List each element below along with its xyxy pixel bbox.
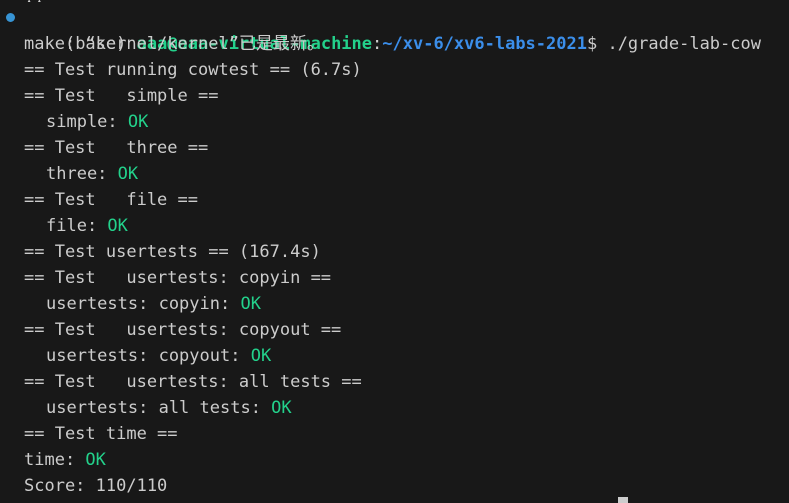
- simple-ok: OK: [127, 112, 149, 132]
- three-ok: OK: [117, 164, 139, 184]
- copyin-label: usertests: copyin:: [46, 294, 241, 314]
- simple-result: simple: OK: [46, 109, 148, 135]
- terminal-panel[interactable]: ▴▴ (base) aaa@aaa-virtual-machine:~/xv-6…: [0, 0, 789, 503]
- copyout-ok: OK: [250, 346, 272, 366]
- prompt-line: (base) aaa@aaa-virtual-machine:~/xv-6/xv…: [24, 5, 761, 54]
- file-result: file: OK: [46, 213, 128, 239]
- file-header: == Test file ==: [24, 190, 198, 210]
- time-label: time:: [24, 450, 86, 470]
- previous-output-fragment: ▴▴: [24, 0, 54, 2]
- copyin-ok: OK: [240, 294, 261, 314]
- copyout-result: usertests: copyout: OK: [46, 343, 271, 369]
- alltests-result: usertests: all tests: OK: [46, 395, 292, 421]
- cowtest-header: == Test running cowtest == (6.7s): [24, 60, 362, 80]
- three-header: == Test three ==: [24, 138, 209, 158]
- simple-header: == Test simple ==: [24, 86, 219, 106]
- command-text: ./grade-lab-cow: [607, 34, 761, 54]
- terminal-cursor: [618, 497, 628, 503]
- time-ok: OK: [85, 450, 106, 470]
- time-header: == Test time ==: [24, 424, 178, 444]
- alltests-ok: OK: [271, 398, 292, 418]
- alltests-header: == Test usertests: all tests ==: [24, 372, 362, 392]
- alltests-label: usertests: all tests:: [46, 398, 272, 418]
- copyout-header: == Test usertests: copyout ==: [24, 320, 342, 340]
- file-ok: OK: [107, 216, 128, 236]
- time-result: time: OK: [24, 447, 106, 473]
- copyin-header: == Test usertests: copyin ==: [24, 268, 332, 288]
- three-result: three: OK: [46, 161, 138, 187]
- file-label: file:: [46, 216, 108, 236]
- simple-label: simple:: [46, 112, 128, 132]
- usertests-header: == Test usertests == (167.4s): [24, 242, 321, 262]
- command-status-dot-icon[interactable]: [6, 13, 15, 22]
- prompt-separator: :: [372, 34, 383, 54]
- copyout-label: usertests: copyout:: [46, 346, 251, 366]
- copyin-result: usertests: copyin: OK: [46, 291, 261, 317]
- three-label: three:: [46, 164, 118, 184]
- score-line: Score: 110/110: [24, 476, 168, 496]
- prompt-symbol: $: [586, 34, 608, 54]
- working-directory: ~/xv-6/xv6-labs-2021: [382, 34, 587, 54]
- make-output: make: “kernel/kernel”已是最新。: [24, 34, 324, 54]
